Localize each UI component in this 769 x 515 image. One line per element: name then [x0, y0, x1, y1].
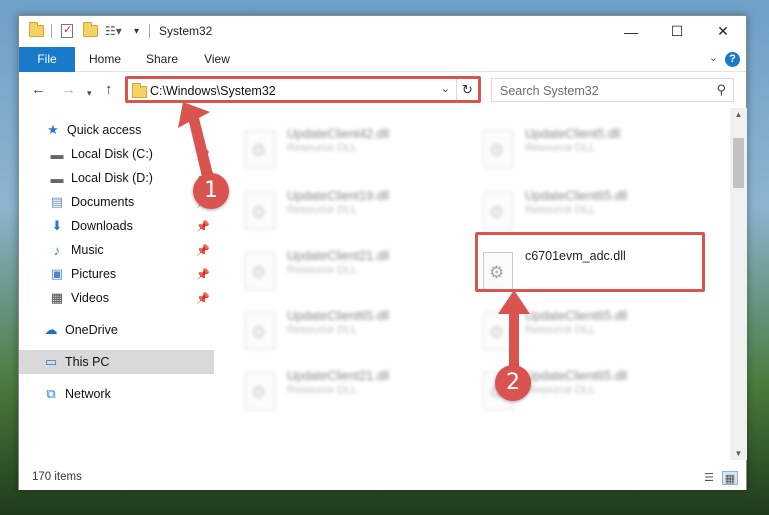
arrow-up-icon: [178, 102, 214, 181]
step-two-badge: 2: [495, 365, 531, 401]
step-one-badge: 1: [193, 173, 229, 209]
annotation-arrows: [178, 102, 530, 368]
arrow-up-icon: [498, 290, 530, 368]
